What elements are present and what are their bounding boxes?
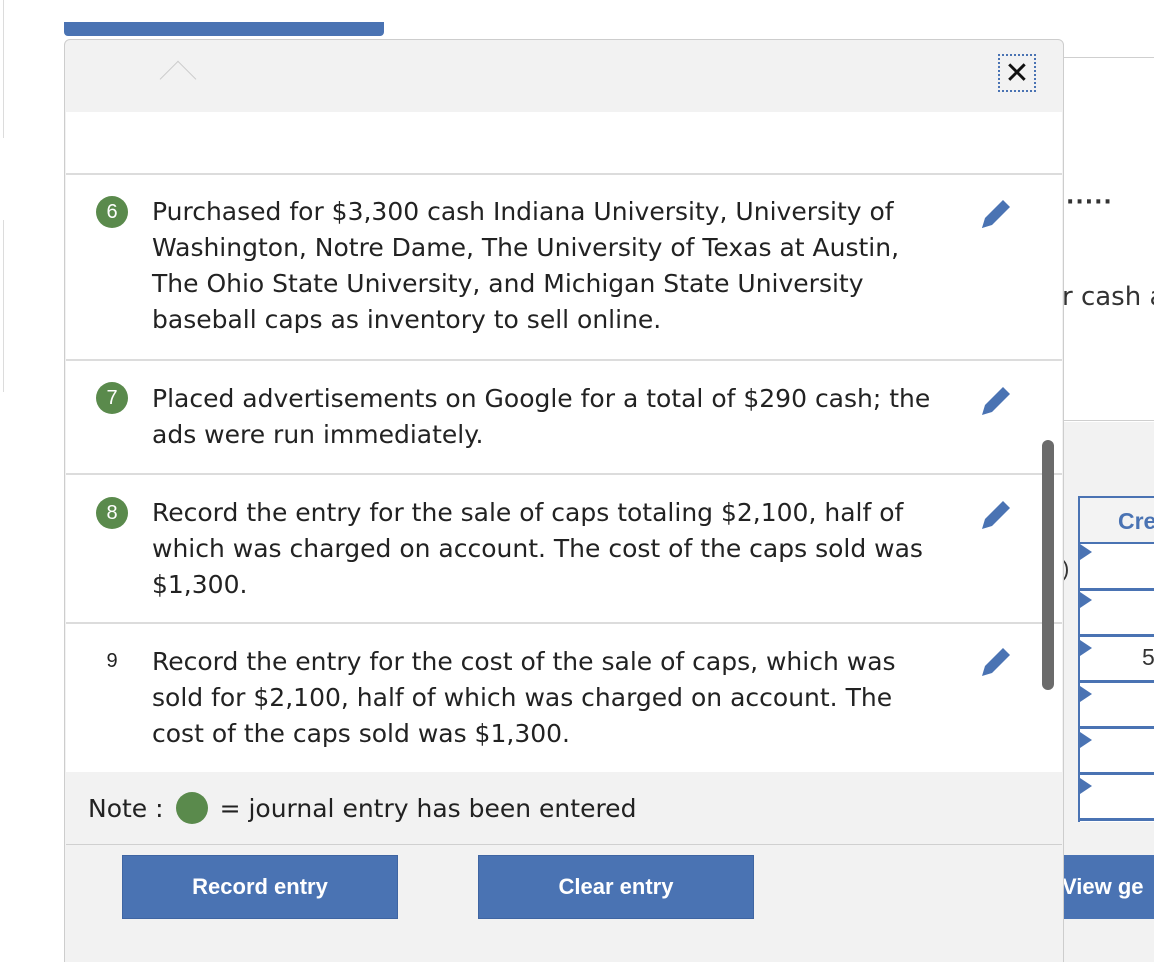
transaction-list: 6 Purchased for $3,300 cash Indiana Univ… <box>66 112 1062 772</box>
background-panel <box>1060 57 1154 421</box>
pencil-icon[interactable] <box>976 194 1016 234</box>
list-item[interactable]: 9 Record the entry for the cost of the s… <box>66 624 1062 772</box>
popover-caret <box>159 60 197 98</box>
clear-entry-button[interactable]: Clear entry <box>478 855 754 919</box>
row-arrow-icon <box>1080 544 1092 560</box>
pencil-icon[interactable] <box>976 381 1016 421</box>
credit-cell[interactable]: 5 <box>1142 644 1154 671</box>
background-journal-table: Cre 5 <box>1078 496 1154 822</box>
background-edge <box>0 220 4 392</box>
note-text: = journal entry has been entered <box>219 793 637 823</box>
table-row-divider <box>1080 680 1154 683</box>
record-entry-button[interactable]: Record entry <box>122 855 398 919</box>
row-arrow-icon <box>1080 778 1092 794</box>
row-arrow-icon <box>1080 640 1092 656</box>
table-row-divider <box>1080 588 1154 591</box>
transaction-description: Record the entry for the sale of caps to… <box>152 498 923 599</box>
scrollbar-thumb[interactable] <box>1042 440 1054 690</box>
background-dots: ····· <box>1066 190 1113 215</box>
table-row-divider <box>1080 726 1154 729</box>
list-item[interactable]: 8 Record the entry for the sale of caps … <box>66 475 1062 623</box>
completed-number-badge: 7 <box>96 382 128 414</box>
row-arrow-icon <box>1080 592 1092 608</box>
table-row-divider <box>1080 634 1154 637</box>
background-tab-bar <box>64 22 384 36</box>
pencil-icon[interactable] <box>976 642 1016 682</box>
transaction-description: Purchased for $3,300 cash Indiana Univer… <box>152 197 900 334</box>
list-item[interactable]: 6 Purchased for $3,300 cash Indiana Univ… <box>66 174 1062 359</box>
table-row-divider <box>1080 772 1154 775</box>
row-arrow-icon <box>1080 732 1092 748</box>
completed-number-badge: 8 <box>96 497 128 529</box>
background-table-header: Cre <box>1080 496 1154 544</box>
completed-number-badge: 6 <box>96 196 128 228</box>
number-label: 9 <box>106 649 118 672</box>
transaction-description: Record the entry for the cost of the sal… <box>152 647 896 748</box>
pencil-icon[interactable] <box>976 495 1016 535</box>
table-row-divider <box>1080 818 1154 821</box>
note-label: Note : <box>88 793 164 823</box>
row-arrow-icon <box>1080 686 1092 702</box>
credit-column-header: Cre <box>1118 508 1154 534</box>
list-item[interactable]: 7 Placed advertisements on Google for a … <box>66 361 1062 473</box>
background-text-fragment: r cash a <box>1062 282 1154 312</box>
divider <box>66 844 1062 845</box>
completed-dot-icon <box>175 792 208 824</box>
background-edge <box>0 0 4 138</box>
close-icon: ✕ <box>1004 55 1030 91</box>
transaction-description: Placed advertisements on Google for a to… <box>152 384 931 449</box>
legend-note: Note : = journal entry has been entered <box>88 792 636 824</box>
close-button[interactable]: ✕ <box>998 54 1036 92</box>
